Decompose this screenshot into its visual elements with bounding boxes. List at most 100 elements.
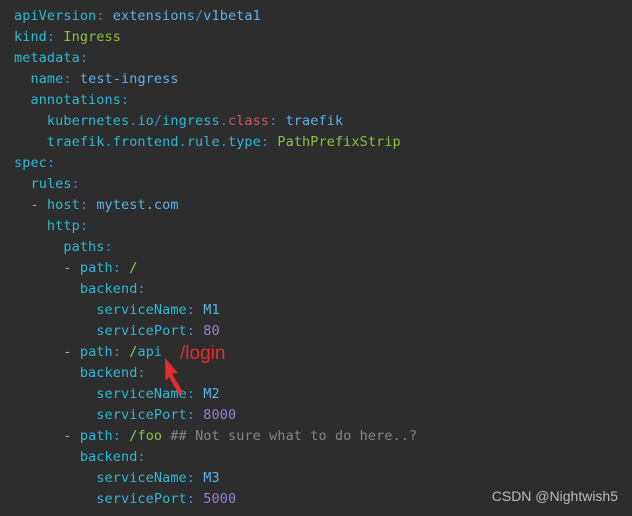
- token-str: v1beta1: [203, 8, 261, 24]
- code-line[interactable]: backend:: [0, 447, 632, 468]
- token-key: api: [137, 344, 163, 360]
- token-key: kubernetes: [46, 113, 130, 129]
- token-str: traefik: [285, 113, 344, 129]
- token-colon: :: [79, 197, 89, 213]
- token-key: path: [79, 344, 113, 360]
- token-colon: :: [46, 155, 56, 171]
- token-str: M1: [203, 302, 220, 318]
- code-editor[interactable]: apiVersion: extensions/v1beta1 kind: Ingr…: [0, 0, 632, 516]
- token-colon: .: [219, 134, 228, 150]
- code-line[interactable]: - path: /api: [0, 342, 632, 363]
- token-str: M2: [203, 386, 220, 402]
- token-slash: /: [153, 113, 163, 129]
- code-line[interactable]: serviceName: M2: [0, 384, 632, 405]
- code-line[interactable]: kind: Ingress: [0, 27, 632, 48]
- code-line[interactable]: backend:: [0, 279, 632, 300]
- token-pathsep: /: [129, 260, 138, 276]
- token-key: spec: [14, 155, 47, 171]
- token-colon: :: [120, 92, 130, 108]
- token-colon: :: [186, 386, 196, 402]
- token-colon: :: [71, 176, 80, 192]
- token-colon: :: [79, 50, 89, 66]
- code-line[interactable]: http:: [0, 216, 632, 237]
- token-colon: :: [137, 281, 146, 297]
- token-str: test-ingress: [79, 71, 179, 87]
- token-key: serviceName: [96, 386, 187, 402]
- code-line[interactable]: serviceName: M1: [0, 300, 632, 321]
- token-dash: -: [63, 428, 80, 444]
- token-key: backend: [79, 365, 138, 381]
- token-key: paths: [63, 239, 105, 255]
- token-key: host: [46, 197, 80, 213]
- token-colon: :: [137, 365, 146, 381]
- token-str: M3: [203, 470, 220, 486]
- token-key: type: [227, 134, 261, 150]
- token-colon: :: [186, 323, 196, 339]
- token-colon: .: [104, 134, 113, 150]
- token-key: frontend: [112, 134, 179, 150]
- token-colon: :: [260, 134, 270, 150]
- token-colon: :: [96, 8, 105, 24]
- code-line[interactable]: rules:: [0, 174, 632, 195]
- code-content[interactable]: apiVersion: extensions/v1beta1 kind: Ingr…: [0, 6, 632, 510]
- code-line[interactable]: - path: /foo ## Not sure what to do here…: [0, 426, 632, 447]
- code-line[interactable]: traefik.frontend.rule.type: PathPrefixSt…: [0, 132, 632, 153]
- token-dash: -: [63, 260, 80, 276]
- token-colon: :: [46, 29, 56, 45]
- token-colon: :: [186, 470, 196, 486]
- token-num: 8000: [203, 407, 237, 423]
- code-line[interactable]: serviceName: M3: [0, 468, 632, 489]
- token-key: annotations: [30, 92, 121, 108]
- code-line[interactable]: spec:: [0, 153, 632, 174]
- token-key: traefik: [46, 134, 105, 150]
- token-colon: .: [178, 134, 187, 150]
- code-line[interactable]: apiVersion: extensions/v1beta1: [0, 6, 632, 27]
- token-colon: :: [79, 218, 89, 234]
- token-key: ingress: [162, 113, 220, 129]
- code-line[interactable]: servicePort: 8000: [0, 405, 632, 426]
- token-key: backend: [79, 281, 138, 297]
- token-dash: -: [30, 197, 47, 213]
- token-green: Ingress: [63, 29, 121, 45]
- token-key: servicePort: [96, 407, 187, 423]
- code-line[interactable]: - host: mytest.com: [0, 195, 632, 216]
- code-line[interactable]: servicePort: 80: [0, 321, 632, 342]
- code-line[interactable]: annotations:: [0, 90, 632, 111]
- code-line[interactable]: paths:: [0, 237, 632, 258]
- code-line[interactable]: backend:: [0, 363, 632, 384]
- token-key: name: [30, 71, 64, 87]
- code-line[interactable]: name: test-ingress: [0, 69, 632, 90]
- code-line[interactable]: kubernetes.io/ingress.class: traefik: [0, 111, 632, 132]
- watermark-csdn: CSDN @Nightwish5: [491, 488, 618, 504]
- token-key: rule: [186, 134, 220, 150]
- token-key: path: [79, 260, 113, 276]
- token-colon: :: [186, 491, 196, 507]
- token-str: extensions: [112, 8, 196, 24]
- token-key: io: [137, 113, 154, 129]
- code-line[interactable]: metadata:: [0, 48, 632, 69]
- annotation-login-label: /login: [180, 343, 226, 364]
- token-green: PathPrefixStrip: [277, 134, 401, 150]
- token-colon: :: [112, 428, 121, 444]
- token-colon: .: [219, 113, 228, 129]
- code-line[interactable]: - path: /: [0, 258, 632, 279]
